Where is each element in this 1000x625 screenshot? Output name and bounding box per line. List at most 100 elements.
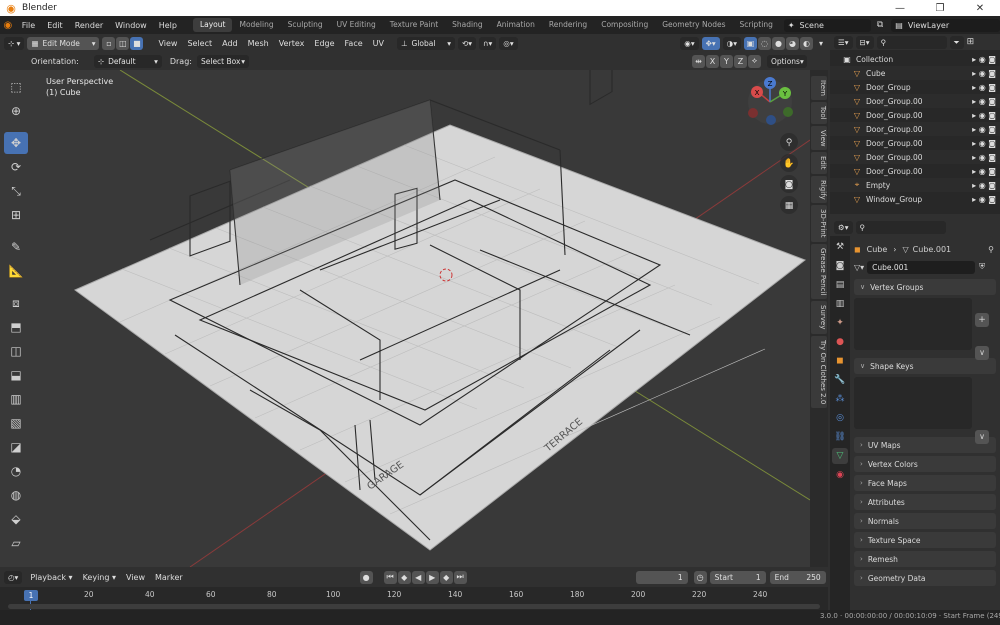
tab-item[interactable]: Item [811,76,827,100]
render-tab-icon[interactable]: ◙ [832,258,848,274]
add-vertex-group-button[interactable]: + [975,313,989,327]
jump-start-icon[interactable]: ⏮ [383,570,397,584]
menu-select[interactable]: Select [182,39,217,48]
extrude-tool-icon[interactable]: ⬒ [4,316,28,338]
navigation-gizmo[interactable]: X Z Y [748,77,793,125]
tab-geometry-nodes[interactable]: Geometry Nodes [655,18,732,32]
drag-dropdown[interactable]: Select Box ▾ [196,54,249,68]
axis-y-toggle[interactable]: Y [720,54,733,68]
panel-vertex-colors[interactable]: › Vertex Colors [854,456,996,472]
new-collection-icon[interactable]: ⊞ [967,37,975,47]
start-frame-field[interactable]: Start 1 [709,570,766,584]
shape-keys-list[interactable] [854,377,972,429]
output-tab-icon[interactable]: ▤ [832,277,848,293]
view-layer-tab-icon[interactable]: ▥ [832,296,848,312]
outliner-row[interactable]: ▽ Door_Group.00 ▸ ◉ ◙ [830,136,1000,150]
tab-try-on-clothes[interactable]: Try On Clothes 2.0 [811,335,827,408]
particles-tab-icon[interactable]: ⁂ [832,391,848,407]
panel-attributes[interactable]: › Attributes [854,494,996,510]
shear-tool-icon[interactable]: ▱ [4,532,28,554]
outliner-row[interactable]: ▽ Window_Group ▸ ◉ ◙ [830,192,1000,206]
row-visibility-icons[interactable]: ▸ ◉ ◙ [972,97,996,106]
menu-view[interactable]: View [153,39,182,48]
tab-texture-paint[interactable]: Texture Paint [383,18,445,32]
tab-compositing[interactable]: Compositing [594,18,655,32]
play-reverse-icon[interactable]: ◀ [411,570,425,584]
panel-shape-keys[interactable]: ∨ Shape Keys [854,358,996,374]
material-shading-icon[interactable]: ◕ [785,36,799,50]
scene-close-icon[interactable]: ⧉ [877,20,883,30]
tab-shading[interactable]: Shading [445,18,489,32]
shape-key-specials-button[interactable]: ∨ [975,430,989,444]
outliner-row[interactable]: ▣ Collection ▸ ◉ ◙ [830,52,1000,66]
outliner-type-button[interactable]: ☰ ▾ [834,35,853,49]
menu-uv[interactable]: UV [368,39,389,48]
menu-face[interactable]: Face [340,39,368,48]
shrink-tool-icon[interactable]: ⬙ [4,508,28,530]
outliner-row[interactable]: ▽ Cube ▸ ◉ ◙ [830,66,1000,80]
minimize-button[interactable]: — [880,0,920,16]
tab-rigify[interactable]: Rigify [811,175,827,204]
menu-window[interactable]: Window [109,21,153,30]
menu-add[interactable]: Add [217,39,243,48]
shading-options-icon[interactable]: ▾ [814,39,828,48]
add-cube-tool-icon[interactable]: ⧈ [4,292,28,314]
properties-type-button[interactable]: ⚙ ▾ [834,220,853,234]
scene-selector[interactable]: ✦ Scene [783,18,871,32]
outliner-row[interactable]: ▽ Door_Group ▸ ◉ ◙ [830,80,1000,94]
play-icon[interactable]: ▶ [425,570,439,584]
menu-marker[interactable]: Marker [150,573,188,582]
physics-tab-icon[interactable]: ◎ [832,410,848,426]
menu-timeline-view[interactable]: View [121,573,150,582]
row-visibility-icons[interactable]: ▸ ◉ ◙ [972,111,996,120]
object-tab-icon[interactable]: ◼ [832,353,848,369]
mesh-browse-icon[interactable]: ▽▾ [854,263,864,272]
vertex-select-icon[interactable]: ▫ [102,36,116,50]
transform-orientation-selector[interactable]: ⊥ Global ▾ [396,36,455,50]
end-frame-field[interactable]: End 250 [769,570,826,584]
axis-x-toggle[interactable]: X [706,54,719,68]
menu-edit[interactable]: Edit [41,21,69,30]
vertex-groups-list[interactable] [854,298,972,350]
menu-file[interactable]: File [16,21,41,30]
wireframe-shading-icon[interactable]: ◌ [757,36,771,50]
next-keyframe-icon[interactable]: ◆ [439,570,453,584]
menu-render[interactable]: Render [69,21,109,30]
view-layer-selector[interactable]: ▤ ViewLayer [891,18,1000,32]
prev-keyframe-icon[interactable]: ◆ [397,570,411,584]
row-visibility-icons[interactable]: ▸ ◉ ◙ [972,69,996,78]
row-visibility-icons[interactable]: ▸ ◉ ◙ [972,167,996,176]
panel-face-maps[interactable]: › Face Maps [854,475,996,491]
mesh-data-tab-icon[interactable]: ▽ [832,448,848,464]
knife-tool-icon[interactable]: ▧ [4,412,28,434]
timeline-type-button[interactable]: ◴ ▾ [4,570,23,584]
jump-end-icon[interactable]: ⏭ [453,570,467,584]
tab-uv-editing[interactable]: UV Editing [330,18,383,32]
filter-button[interactable]: ⏷ [949,35,964,49]
measure-tool-icon[interactable]: 📐 [4,260,28,282]
panel-remesh[interactable]: › Remesh [854,551,996,567]
mesh-name-field[interactable]: Cube.001 [867,260,976,274]
blender-menu-icon[interactable]: ◉ [0,20,16,31]
menu-help[interactable]: Help [153,21,183,30]
tab-survey[interactable]: Survey [811,301,827,334]
outliner-row[interactable]: ▽ Door_Group.00 ▸ ◉ ◙ [830,164,1000,178]
tab-3d-print[interactable]: 3D-Print [811,205,827,242]
panel-vertex-groups[interactable]: ∨ Vertex Groups [854,279,996,295]
close-button[interactable]: ✕ [960,0,1000,16]
gizmo-button[interactable]: ✥ ▾ [701,36,720,50]
pivot-point-button[interactable]: ⟲ ▾ [457,36,477,50]
row-visibility-icons[interactable]: ▸ ◉ ◙ [972,139,996,148]
select-box-tool-icon[interactable]: ⬚ [4,76,28,98]
tool-tab-icon[interactable]: ⚒ [832,239,848,255]
panel-geometry-data[interactable]: › Geometry Data [854,570,996,586]
spin-tool-icon[interactable]: ◔ [4,460,28,482]
xray-toggle-icon[interactable]: ▣ [743,36,757,50]
constraints-tab-icon[interactable]: ⛓ [832,429,848,445]
vertex-group-specials-button[interactable]: ∨ [975,346,989,360]
outliner-search-input[interactable]: ⚲ [876,35,947,49]
menu-playback[interactable]: Playback ▾ [25,573,77,582]
outliner-row[interactable]: ▽ Door_Group.00 ▸ ◉ ◙ [830,94,1000,108]
modifier-tab-icon[interactable]: 🔧 [832,372,848,388]
cursor-tool-icon[interactable]: ⊕ [4,100,28,122]
